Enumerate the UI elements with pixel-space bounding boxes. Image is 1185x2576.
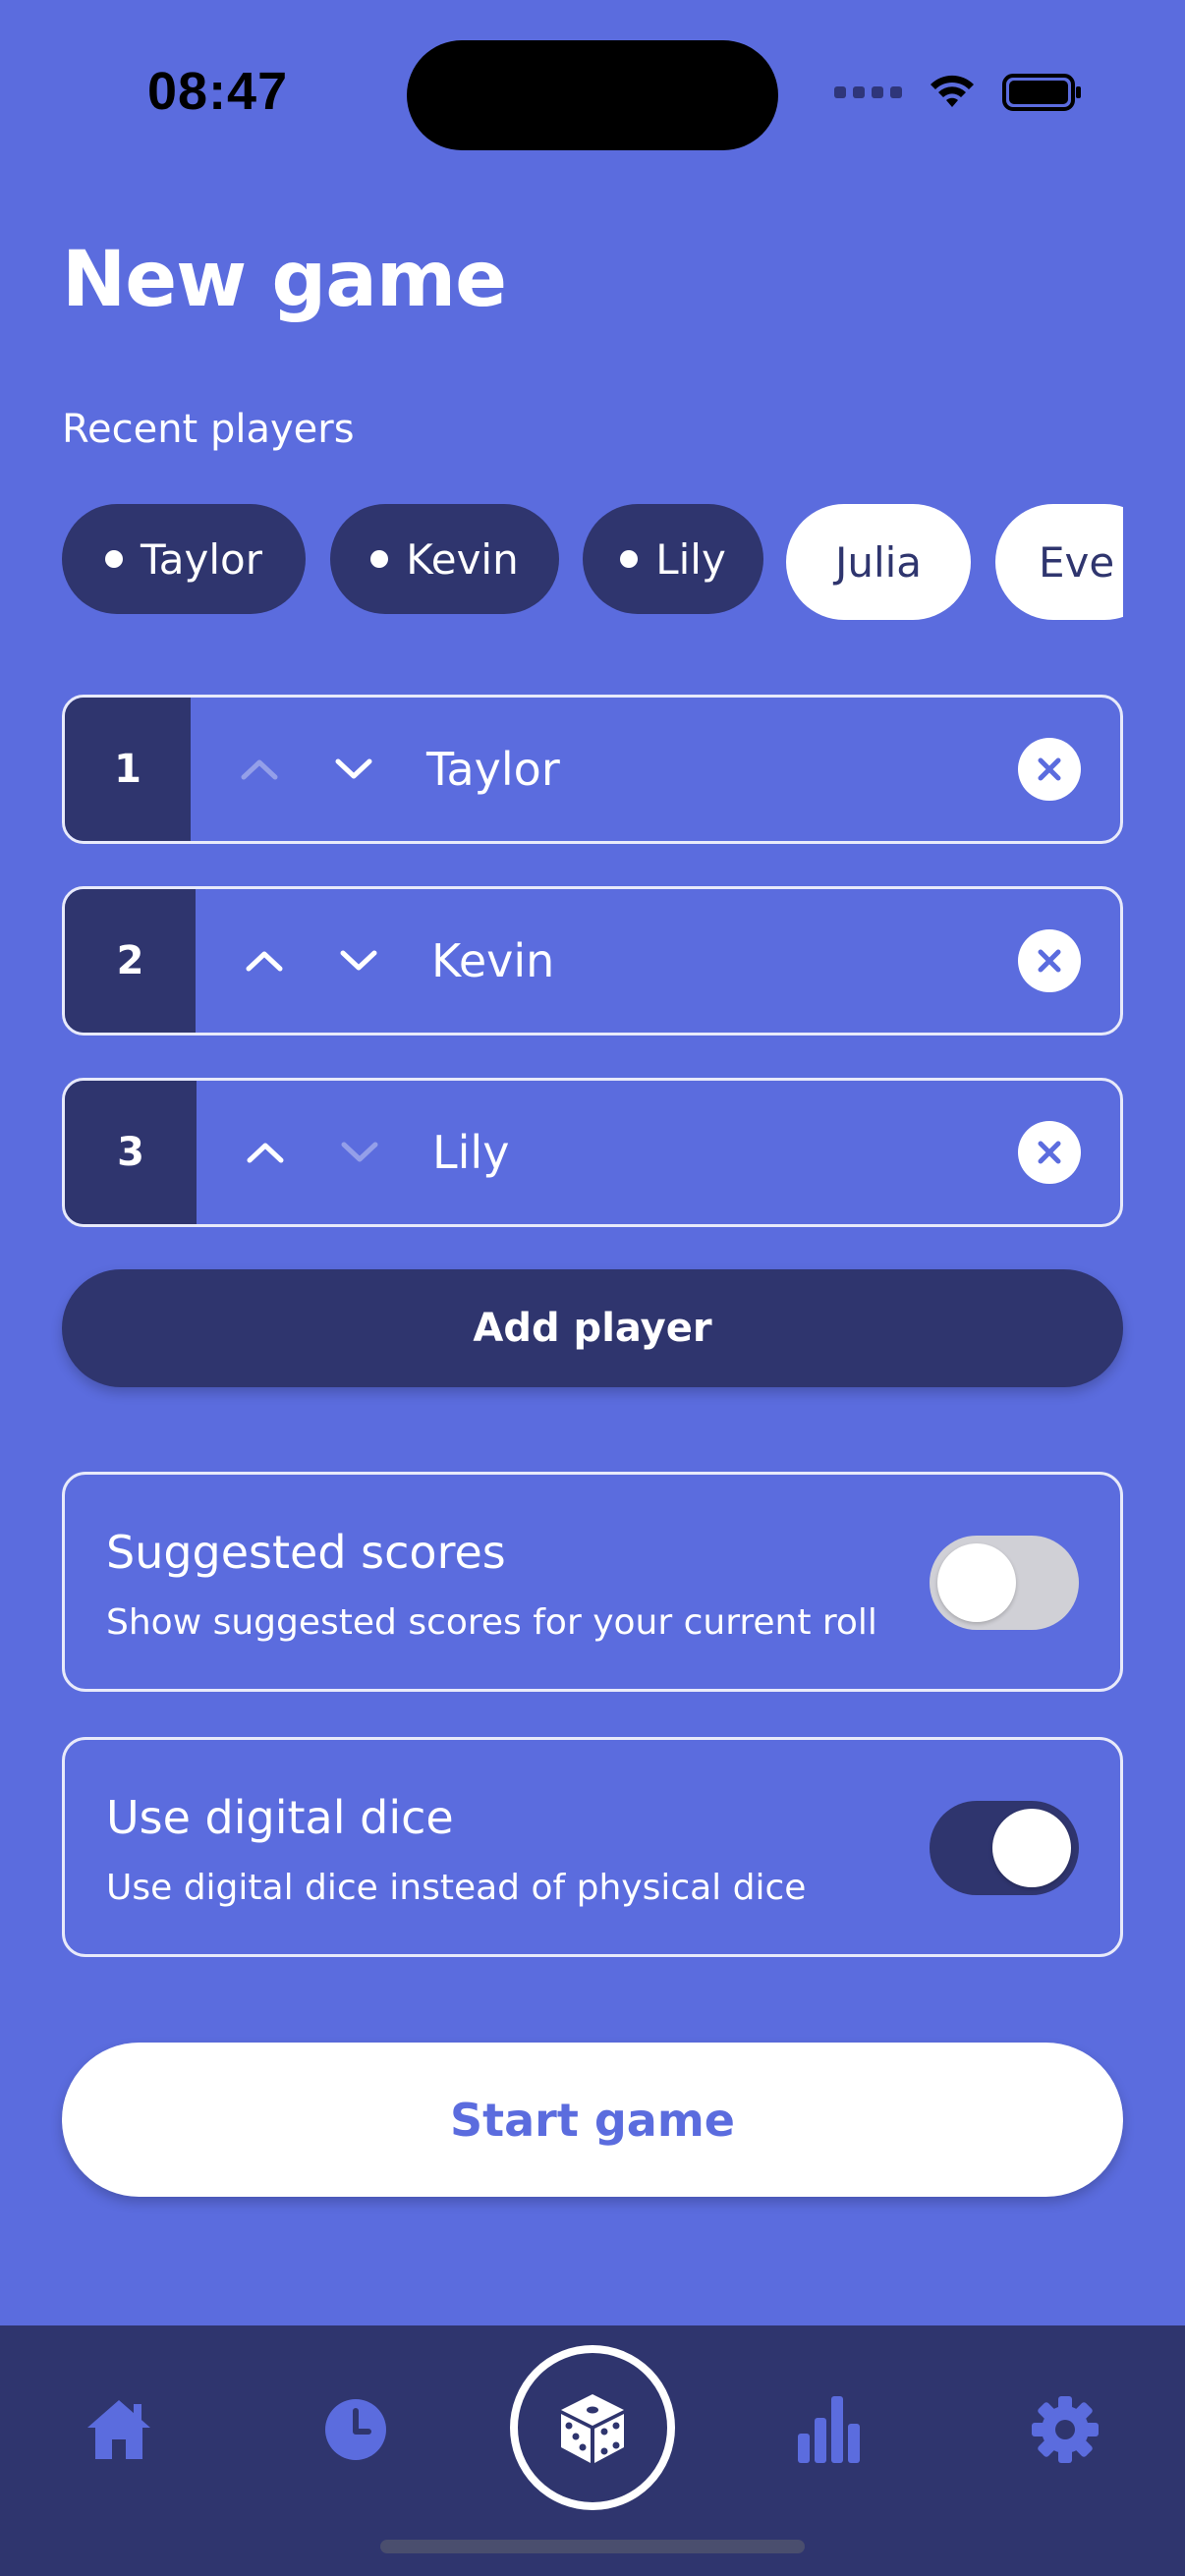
bottom-navigation — [0, 2325, 1185, 2576]
suggested-scores-setting: Suggested scores Show suggested scores f… — [62, 1472, 1123, 1692]
start-game-button[interactable]: Start game — [62, 2043, 1123, 2197]
chip-label: Kevin — [406, 534, 519, 584]
nav-settings[interactable] — [1026, 2390, 1104, 2469]
player-number: 2 — [65, 889, 196, 1033]
remove-player-button[interactable] — [1018, 1121, 1081, 1184]
player-number: 1 — [65, 698, 191, 841]
recent-player-chip-taylor[interactable]: Taylor — [62, 504, 306, 614]
suggested-scores-toggle[interactable] — [930, 1536, 1079, 1630]
move-down-button[interactable] — [332, 1125, 387, 1180]
selected-dot — [370, 550, 389, 568]
move-down-button[interactable] — [326, 742, 381, 797]
remove-player-button[interactable] — [1018, 738, 1081, 801]
recent-players-list: Taylor Kevin Lily Julia Eve — [62, 504, 1123, 622]
player-name[interactable]: Taylor — [426, 743, 1018, 796]
chip-label: Lily — [655, 534, 726, 584]
selected-dot — [105, 550, 124, 568]
settings-icon — [1032, 2396, 1099, 2463]
battery-icon — [1002, 74, 1081, 111]
close-icon — [1038, 757, 1061, 781]
move-down-button[interactable] — [331, 933, 386, 988]
nav-new-game[interactable] — [510, 2345, 675, 2510]
player-name[interactable]: Lily — [432, 1126, 1018, 1179]
page-title: New game — [62, 236, 507, 324]
chevron-down-icon — [335, 758, 372, 779]
recent-player-chip-kevin[interactable]: Kevin — [330, 504, 559, 614]
digital-dice-toggle[interactable] — [930, 1801, 1079, 1895]
player-number: 3 — [65, 1081, 197, 1224]
nav-stats[interactable] — [789, 2390, 868, 2469]
stats-icon — [798, 2396, 860, 2463]
chevron-up-icon — [241, 759, 278, 780]
dice-icon — [561, 2394, 624, 2463]
add-player-button[interactable]: Add player — [62, 1269, 1123, 1387]
dynamic-island — [407, 40, 778, 150]
nav-history[interactable] — [316, 2390, 395, 2469]
recent-players-label: Recent players — [62, 407, 355, 452]
chevron-down-icon — [340, 950, 377, 971]
chevron-down-icon — [341, 1142, 378, 1162]
recent-player-chip-eve[interactable]: Eve — [995, 504, 1123, 620]
move-up-button[interactable] — [232, 742, 287, 797]
player-row-1: 1 Taylor — [62, 695, 1123, 844]
chevron-up-icon — [247, 1143, 284, 1163]
close-icon — [1038, 1141, 1061, 1164]
chevron-up-icon — [246, 951, 283, 972]
player-row-2: 2 Kevin — [62, 886, 1123, 1036]
signal-icon — [834, 86, 902, 98]
status-time: 08:47 — [147, 62, 289, 121]
setting-description: Show suggested scores for your current r… — [106, 1602, 877, 1643]
history-icon — [325, 2399, 386, 2460]
setting-title: Use digital dice — [106, 1791, 454, 1844]
home-icon — [87, 2400, 150, 2459]
chip-label: Taylor — [141, 534, 262, 584]
toggle-knob — [992, 1809, 1071, 1887]
setting-title: Suggested scores — [106, 1526, 506, 1579]
move-up-button[interactable] — [238, 1125, 293, 1180]
recent-player-chip-julia[interactable]: Julia — [786, 504, 971, 620]
toggle-knob — [937, 1543, 1016, 1622]
nav-home[interactable] — [80, 2390, 158, 2469]
home-indicator — [380, 2540, 805, 2553]
chip-label: Eve — [1039, 537, 1115, 587]
wifi-icon — [931, 75, 974, 107]
recent-player-chip-lily[interactable]: Lily — [583, 504, 763, 614]
status-icons — [834, 73, 1083, 112]
selected-dot — [620, 550, 639, 568]
digital-dice-setting: Use digital dice Use digital dice instea… — [62, 1737, 1123, 1957]
player-row-3: 3 Lily — [62, 1078, 1123, 1227]
player-name[interactable]: Kevin — [431, 934, 1018, 987]
close-icon — [1038, 949, 1061, 973]
new-game-screen: 08:47 New game Recent players Taylor Kev… — [0, 0, 1185, 2576]
setting-description: Use digital dice instead of physical dic… — [106, 1868, 807, 1908]
chip-label: Julia — [834, 537, 923, 587]
move-up-button[interactable] — [237, 933, 292, 988]
remove-player-button[interactable] — [1018, 929, 1081, 992]
